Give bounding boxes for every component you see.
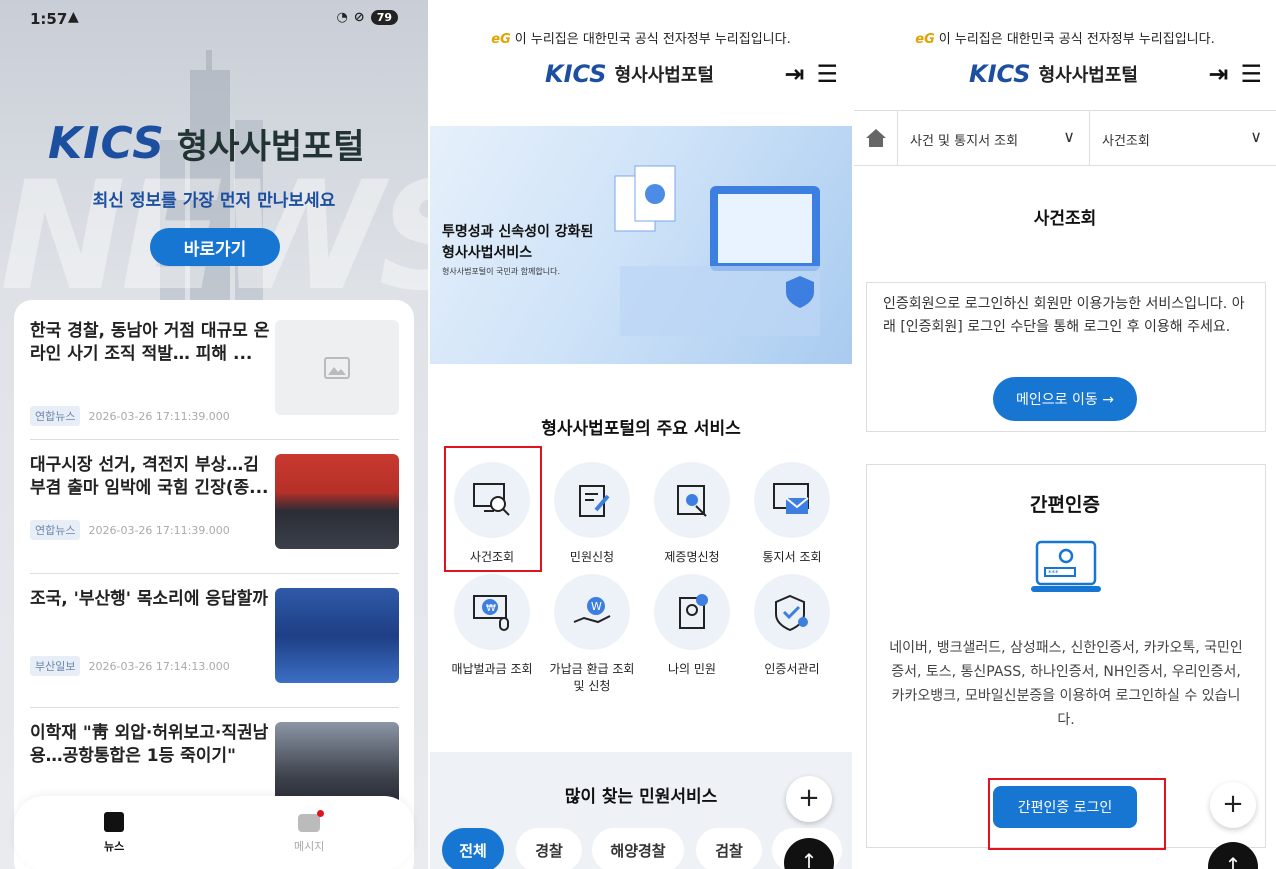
gov-notice: eG 이 누리집은 대한민국 공식 전자정부 누리집입니다. <box>915 32 1215 47</box>
svg-text:***: *** <box>1048 569 1059 577</box>
chip-police[interactable]: 경찰 <box>516 828 582 869</box>
breadcrumb-category[interactable]: 사건 및 통지서 조회 ∨ <box>898 111 1090 165</box>
eg-logo: eG <box>491 32 511 47</box>
portal-main-screen: eG 이 누리집은 대한민국 공식 전자정부 누리집입니다. KICS 형사사법포털… <box>430 0 852 869</box>
news-thumbnail <box>275 588 399 683</box>
monitor-won-icon: ₩ <box>454 574 530 650</box>
service-fine-lookup[interactable]: ₩ 매납벌과금 조회 <box>442 574 542 677</box>
clock: 1:57 <box>30 10 68 28</box>
news-app-screen: 1:57 ▲ ◔⊘79 NEWS KICS 형사사법포털 최신 정보를 가장 먼… <box>0 0 428 869</box>
svg-text:W: W <box>591 600 602 613</box>
menu-icon[interactable]: ☰ <box>816 60 838 88</box>
chip-prosecution[interactable]: 검찰 <box>696 828 762 869</box>
portal-logo[interactable]: KICS 형사사법포털 <box>969 60 1138 88</box>
service-certificate[interactable]: 제증명신청 <box>642 462 742 565</box>
notice-text: 인증회원으로 로그인하신 회원만 이용가능한 서비스입니다. 아래 [인증회원]… <box>883 296 1245 335</box>
battery-indicator: 79 <box>370 10 398 25</box>
breadcrumb: 사건 및 통지서 조회 ∨ 사건조회 ∨ <box>854 110 1276 166</box>
news-item[interactable]: 대구시장 선거, 격전지 부상…김부겸 출마 임박에 국힘 긴장(종... 연합… <box>30 454 399 574</box>
warning-icon: ▲ <box>68 9 79 25</box>
bottom-nav: 뉴스 메시지 <box>14 796 414 869</box>
hero-tagline: 최신 정보를 가장 먼저 만나보세요 <box>92 191 336 211</box>
certificate-icon <box>654 462 730 538</box>
status-bar: 1:57 ▲ ◔ ⊘ 79 <box>0 0 428 36</box>
chevron-down-icon: ∨ <box>1250 127 1262 146</box>
laptop-login-icon: *** <box>1031 540 1101 592</box>
chip-coast-guard[interactable]: 해양경찰 <box>592 828 684 869</box>
eg-logo: eG <box>915 32 935 47</box>
service-cert-manage[interactable]: 인증서관리 <box>742 574 842 677</box>
plus-icon[interactable]: + <box>786 776 832 822</box>
svg-text:₩: ₩ <box>486 603 496 614</box>
gov-notice: eG 이 누리집은 대한민국 공식 전자정부 누리집입니다. <box>491 32 791 47</box>
login-icon[interactable]: ⇥ <box>784 60 804 88</box>
message-icon <box>298 810 325 832</box>
go-button[interactable]: 바로가기 <box>150 228 280 266</box>
wifi-icon: ◔ <box>336 10 348 25</box>
nav-news[interactable]: 뉴스 <box>104 812 124 854</box>
service-notice-lookup[interactable]: 통지서 조회 <box>742 462 842 565</box>
service-my-requests[interactable]: 나의 민원 <box>642 574 742 677</box>
dnd-icon: ⊘ <box>353 10 365 25</box>
hand-coin-icon: W <box>554 574 630 650</box>
highlight-box <box>444 446 542 572</box>
case-lookup-screen: eG 이 누리집은 대한민국 공식 전자정부 누리집입니다. KICS 형사사법포털… <box>854 0 1276 869</box>
hero-logo: KICS 형사사법포털 <box>48 118 365 169</box>
chevron-down-icon: ∨ <box>1063 127 1075 146</box>
news-item[interactable]: 조국, '부산행' 목소리에 응답할까 부산일보 2026-03-26 17:14… <box>30 588 399 708</box>
chip-all[interactable]: 전체 <box>442 828 504 869</box>
header: KICS 형사사법포털 ⇥ ☰ <box>854 60 1276 92</box>
news-card: 한국 경찰, 동남아 거점 대규모 온라인 사기 조직 적발… 피해 ... 연… <box>14 300 414 869</box>
profile-doc-icon <box>654 574 730 650</box>
portal-logo[interactable]: KICS 형사사법포털 <box>545 60 714 88</box>
menu-icon[interactable]: ☰ <box>1240 60 1262 88</box>
banner-illustration <box>614 165 820 336</box>
news-item[interactable]: 한국 경찰, 동남아 거점 대규모 온라인 사기 조직 적발… 피해 ... 연… <box>30 320 399 440</box>
service-civil-request[interactable]: 민원신청 <box>542 462 642 565</box>
easy-auth-title: 간편인증 <box>1030 494 1100 516</box>
login-icon[interactable]: ⇥ <box>1208 60 1228 88</box>
main-page-button[interactable]: 메인으로 이동 → <box>993 377 1137 421</box>
main-services-title: 형사사법포털의 주요 서비스 <box>541 419 741 439</box>
plus-icon[interactable]: + <box>1210 782 1256 828</box>
service-refund-lookup[interactable]: W 가납금 환급 조회 및 신청 <box>542 574 642 694</box>
clipboard-pen-icon <box>554 462 630 538</box>
nav-message[interactable]: 메시지 <box>294 810 325 854</box>
breadcrumb-page[interactable]: 사건조회 ∨ <box>1090 111 1276 165</box>
home-icon[interactable] <box>854 111 898 165</box>
page-title: 사건조회 <box>1033 209 1097 229</box>
news-thumbnail <box>275 454 399 549</box>
highlight-box <box>988 778 1166 850</box>
easy-auth-desc: 네이버, 뱅크샐러드, 삼성패스, 신한인증서, 카카오톡, 국민인증서, 토스… <box>889 640 1243 728</box>
header: KICS 형사사법포털 ⇥ ☰ <box>430 60 852 92</box>
shield-gear-icon <box>754 574 830 650</box>
monitor-envelope-icon <box>754 462 830 538</box>
news-icon <box>104 812 125 832</box>
main-banner: 투명성과 신속성이 강화된 형사사법서비스 형사사법포털이 국민과 함께합니다. <box>430 126 852 364</box>
image-placeholder-icon <box>275 320 399 415</box>
